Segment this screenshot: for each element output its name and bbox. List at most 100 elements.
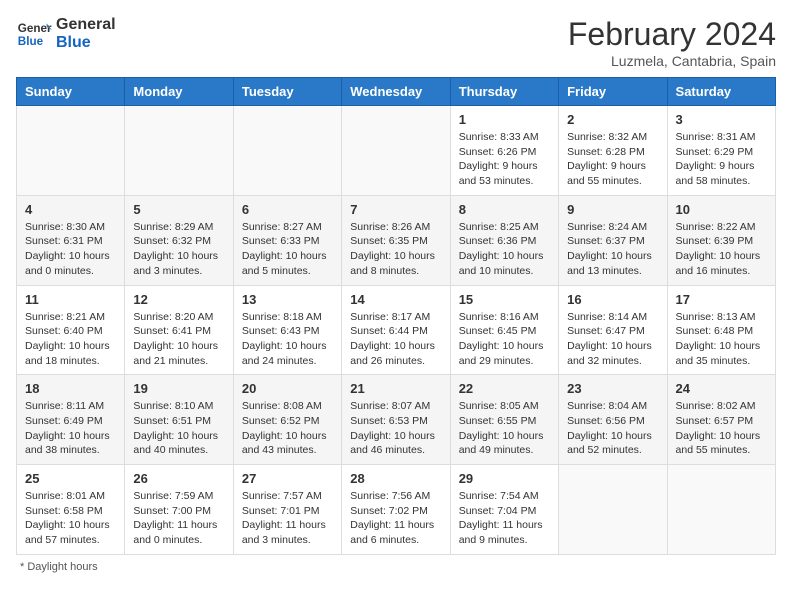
calendar-day-cell: 10 Sunrise: 8:22 AM Sunset: 6:39 PM Dayl…: [667, 195, 775, 285]
daylight-label: Daylight: 11 hours and 0 minutes.: [133, 519, 217, 546]
day-info: Sunrise: 8:11 AM Sunset: 6:49 PM Dayligh…: [25, 399, 116, 458]
day-number: 21: [350, 381, 441, 396]
calendar-week-row: 18 Sunrise: 8:11 AM Sunset: 6:49 PM Dayl…: [17, 375, 776, 465]
day-info: Sunrise: 8:08 AM Sunset: 6:52 PM Dayligh…: [242, 399, 333, 458]
day-number: 2: [567, 112, 658, 127]
header: General Blue General Blue February 2024 …: [16, 16, 776, 69]
calendar-day-cell: 7 Sunrise: 8:26 AM Sunset: 6:35 PM Dayli…: [342, 195, 450, 285]
sunrise-label: Sunrise: 8:33 AM: [459, 131, 539, 143]
daylight-label: Daylight: 9 hours and 53 minutes.: [459, 160, 538, 187]
calendar-day-cell: 22 Sunrise: 8:05 AM Sunset: 6:55 PM Dayl…: [450, 375, 558, 465]
daylight-label: Daylight: 10 hours and 32 minutes.: [567, 340, 652, 367]
logo: General Blue General Blue: [16, 16, 116, 52]
sunrise-label: Sunrise: 8:01 AM: [25, 490, 105, 502]
calendar-day-cell: 23 Sunrise: 8:04 AM Sunset: 6:56 PM Dayl…: [559, 375, 667, 465]
daylight-label: Daylight: 11 hours and 6 minutes.: [350, 519, 434, 546]
sunset-label: Sunset: 6:41 PM: [133, 325, 211, 337]
sunrise-label: Sunrise: 8:21 AM: [25, 311, 105, 323]
daylight-label: Daylight: 10 hours and 29 minutes.: [459, 340, 544, 367]
calendar-day-cell: 12 Sunrise: 8:20 AM Sunset: 6:41 PM Dayl…: [125, 285, 233, 375]
day-info: Sunrise: 8:25 AM Sunset: 6:36 PM Dayligh…: [459, 220, 550, 279]
daylight-label: Daylight: 10 hours and 49 minutes.: [459, 430, 544, 457]
day-info: Sunrise: 8:22 AM Sunset: 6:39 PM Dayligh…: [676, 220, 767, 279]
daylight-label: Daylight: 10 hours and 57 minutes.: [25, 519, 110, 546]
daylight-label: Daylight: 10 hours and 35 minutes.: [676, 340, 761, 367]
sunrise-label: Sunrise: 8:26 AM: [350, 221, 430, 233]
day-info: Sunrise: 8:17 AM Sunset: 6:44 PM Dayligh…: [350, 310, 441, 369]
day-number: 16: [567, 292, 658, 307]
calendar-day-cell: [17, 106, 125, 196]
sunrise-label: Sunrise: 8:25 AM: [459, 221, 539, 233]
daylight-label: Daylight: 10 hours and 21 minutes.: [133, 340, 218, 367]
sunset-label: Sunset: 6:33 PM: [242, 235, 320, 247]
calendar-day-cell: [342, 106, 450, 196]
sunrise-label: Sunrise: 8:29 AM: [133, 221, 213, 233]
calendar-day-cell: 3 Sunrise: 8:31 AM Sunset: 6:29 PM Dayli…: [667, 106, 775, 196]
calendar-day-cell: 20 Sunrise: 8:08 AM Sunset: 6:52 PM Dayl…: [233, 375, 341, 465]
day-number: 22: [459, 381, 550, 396]
calendar-day-cell: 14 Sunrise: 8:17 AM Sunset: 6:44 PM Dayl…: [342, 285, 450, 375]
sunset-label: Sunset: 6:26 PM: [459, 146, 537, 158]
sunrise-label: Sunrise: 8:30 AM: [25, 221, 105, 233]
sunset-label: Sunset: 6:29 PM: [676, 146, 754, 158]
daylight-label: Daylight: 10 hours and 0 minutes.: [25, 250, 110, 277]
day-info: Sunrise: 8:18 AM Sunset: 6:43 PM Dayligh…: [242, 310, 333, 369]
day-info: Sunrise: 8:04 AM Sunset: 6:56 PM Dayligh…: [567, 399, 658, 458]
day-number: 18: [25, 381, 116, 396]
daylight-label: Daylight: 10 hours and 10 minutes.: [459, 250, 544, 277]
sunrise-label: Sunrise: 8:04 AM: [567, 400, 647, 412]
sunset-label: Sunset: 6:39 PM: [676, 235, 754, 247]
sunrise-label: Sunrise: 8:16 AM: [459, 311, 539, 323]
day-number: 25: [25, 471, 116, 486]
calendar-week-row: 4 Sunrise: 8:30 AM Sunset: 6:31 PM Dayli…: [17, 195, 776, 285]
calendar-day-cell: 9 Sunrise: 8:24 AM Sunset: 6:37 PM Dayli…: [559, 195, 667, 285]
sunset-label: Sunset: 6:35 PM: [350, 235, 428, 247]
calendar-day-header: Friday: [559, 78, 667, 106]
logo-blue-text: Blue: [56, 34, 116, 52]
day-number: 3: [676, 112, 767, 127]
day-info: Sunrise: 7:54 AM Sunset: 7:04 PM Dayligh…: [459, 489, 550, 548]
daylight-label: Daylight: 10 hours and 16 minutes.: [676, 250, 761, 277]
day-number: 4: [25, 202, 116, 217]
sunrise-label: Sunrise: 8:20 AM: [133, 311, 213, 323]
sunrise-label: Sunrise: 8:18 AM: [242, 311, 322, 323]
day-number: 23: [567, 381, 658, 396]
svg-text:Blue: Blue: [18, 35, 44, 48]
daylight-label: Daylight: 10 hours and 38 minutes.: [25, 430, 110, 457]
day-info: Sunrise: 8:01 AM Sunset: 6:58 PM Dayligh…: [25, 489, 116, 548]
sunrise-label: Sunrise: 7:57 AM: [242, 490, 322, 502]
sunset-label: Sunset: 6:36 PM: [459, 235, 537, 247]
day-info: Sunrise: 8:32 AM Sunset: 6:28 PM Dayligh…: [567, 130, 658, 189]
day-info: Sunrise: 8:26 AM Sunset: 6:35 PM Dayligh…: [350, 220, 441, 279]
sunset-label: Sunset: 6:47 PM: [567, 325, 645, 337]
sunrise-label: Sunrise: 8:24 AM: [567, 221, 647, 233]
calendar-header-row: SundayMondayTuesdayWednesdayThursdayFrid…: [17, 78, 776, 106]
daylight-label: Daylight: 10 hours and 8 minutes.: [350, 250, 435, 277]
daylight-label: Daylight: 11 hours and 3 minutes.: [242, 519, 326, 546]
calendar-week-row: 11 Sunrise: 8:21 AM Sunset: 6:40 PM Dayl…: [17, 285, 776, 375]
daylight-label: Daylight: 10 hours and 5 minutes.: [242, 250, 327, 277]
logo-general-text: General: [56, 16, 116, 34]
sunrise-label: Sunrise: 8:13 AM: [676, 311, 756, 323]
day-number: 1: [459, 112, 550, 127]
day-info: Sunrise: 8:05 AM Sunset: 6:55 PM Dayligh…: [459, 399, 550, 458]
calendar-day-cell: 6 Sunrise: 8:27 AM Sunset: 6:33 PM Dayli…: [233, 195, 341, 285]
day-info: Sunrise: 8:13 AM Sunset: 6:48 PM Dayligh…: [676, 310, 767, 369]
calendar-day-cell: 2 Sunrise: 8:32 AM Sunset: 6:28 PM Dayli…: [559, 106, 667, 196]
day-number: 13: [242, 292, 333, 307]
day-number: 6: [242, 202, 333, 217]
sunset-label: Sunset: 7:04 PM: [459, 505, 537, 517]
day-number: 10: [676, 202, 767, 217]
day-info: Sunrise: 8:20 AM Sunset: 6:41 PM Dayligh…: [133, 310, 224, 369]
day-number: 7: [350, 202, 441, 217]
sunset-label: Sunset: 6:57 PM: [676, 415, 754, 427]
calendar-day-cell: [233, 106, 341, 196]
day-number: 28: [350, 471, 441, 486]
daylight-label: Daylight: 10 hours and 13 minutes.: [567, 250, 652, 277]
title-block: February 2024 Luzmela, Cantabria, Spain: [568, 16, 776, 69]
day-number: 14: [350, 292, 441, 307]
calendar-day-cell: 1 Sunrise: 8:33 AM Sunset: 6:26 PM Dayli…: [450, 106, 558, 196]
daylight-label: Daylight: 10 hours and 43 minutes.: [242, 430, 327, 457]
daylight-label: Daylight: 9 hours and 55 minutes.: [567, 160, 646, 187]
calendar-day-cell: 11 Sunrise: 8:21 AM Sunset: 6:40 PM Dayl…: [17, 285, 125, 375]
